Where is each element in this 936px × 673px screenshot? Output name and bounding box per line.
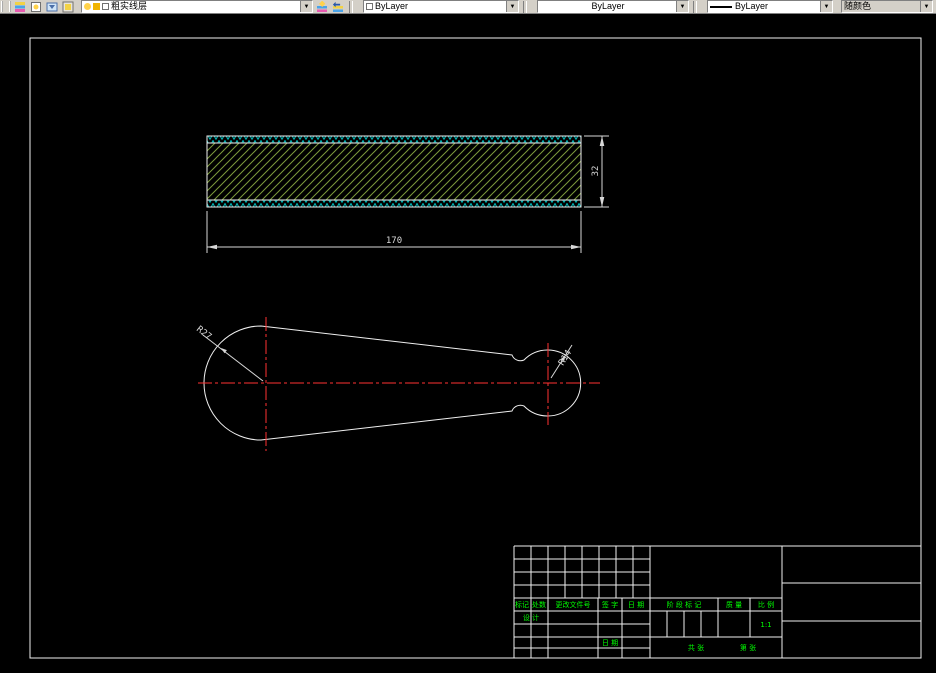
title-block: 标记 处数 更改文件号 签 字 日 期 设 计 日 期 阶 段 标 记 质 量 … xyxy=(513,545,921,658)
titleblock-scale-value: 1:1 xyxy=(760,621,771,629)
radius-dimensions: R27 R14 xyxy=(194,324,574,382)
linetype-combo[interactable]: ByLayer ▼ xyxy=(537,0,689,13)
linetype-combo-value: ByLayer xyxy=(591,1,625,11)
plot-style-combo[interactable]: 随颜色 ▼ xyxy=(841,0,933,13)
chevron-down-icon[interactable]: ▼ xyxy=(820,1,832,12)
height-dimension: 32 xyxy=(584,135,609,208)
layer-isolate-icon[interactable] xyxy=(61,0,75,13)
titleblock-changedoc-label: 更改文件号 xyxy=(556,600,591,609)
titleblock-mass-label: 质 量 xyxy=(726,600,742,609)
lineweight-combo-value: ByLayer xyxy=(735,1,769,11)
titleblock-date-label: 日 期 xyxy=(628,601,644,609)
toolbar-separator xyxy=(349,0,353,13)
drawing-canvas[interactable]: 170 32 R27 R14 标记 处数 更改文件号 签 字 日 期 设 计 日… xyxy=(0,14,936,673)
layer-states-manager-icon[interactable] xyxy=(29,0,43,13)
top-toolbar: 粗实线层 ▼ ByLayer ▼ ByLayer ▼ ByLayer ▼ 随颜色 xyxy=(0,0,936,14)
titleblock-stage-mark-label: 阶 段 标 记 xyxy=(667,600,702,609)
layer-combo[interactable]: 粗实线层 ▼ xyxy=(81,0,313,13)
titleblock-sign-label: 签 字 xyxy=(602,600,618,609)
cad-window: 粗实线层 ▼ ByLayer ▼ ByLayer ▼ ByLayer ▼ 随颜色 xyxy=(0,0,936,673)
color-combo[interactable]: ByLayer ▼ xyxy=(363,0,519,13)
toolbar-grip[interactable] xyxy=(1,1,11,12)
titleblock-count-label: 处数 xyxy=(532,600,546,609)
titleblock-total-sheets-label: 共 张 xyxy=(688,643,704,652)
toolbar-separator xyxy=(523,0,527,13)
length-dimension: 170 xyxy=(206,211,582,253)
layer-combo-value: 粗实线层 xyxy=(111,1,148,11)
plot-style-value: 随颜色 xyxy=(844,1,872,11)
dim-length-text: 170 xyxy=(386,236,402,246)
titleblock-sheet-no-label: 第 张 xyxy=(740,643,756,652)
radius-small-text: R14 xyxy=(557,348,574,367)
chevron-down-icon[interactable]: ▼ xyxy=(920,1,932,12)
section-view xyxy=(206,135,582,208)
lineweight-sample xyxy=(710,5,732,8)
layer-on-bulb-icon xyxy=(84,3,91,10)
current-color-swatch xyxy=(366,3,373,10)
layer-thaw-sun-icon xyxy=(93,3,100,10)
make-object-layer-current-icon[interactable] xyxy=(315,0,329,13)
titleblock-date-bottom-label: 日 期 xyxy=(602,639,618,647)
layer-filter-icon[interactable] xyxy=(45,0,59,13)
centerlines xyxy=(198,317,600,451)
drawing-frame xyxy=(29,37,922,659)
layer-color-chip xyxy=(102,3,109,10)
layer-previous-icon[interactable] xyxy=(331,0,345,13)
titleblock-mark-label: 标记 xyxy=(515,600,529,609)
lineweight-combo[interactable]: ByLayer ▼ xyxy=(707,0,833,13)
titleblock-scale-label: 比 例 xyxy=(758,600,774,609)
color-combo-value: ByLayer xyxy=(375,1,409,11)
chevron-down-icon[interactable]: ▼ xyxy=(506,1,518,12)
chevron-down-icon[interactable]: ▼ xyxy=(676,1,688,12)
titleblock-design-label: 设 计 xyxy=(523,613,539,622)
dim-height-text: 32 xyxy=(591,166,601,177)
chevron-down-icon[interactable]: ▼ xyxy=(300,1,312,12)
layer-properties-manager-icon[interactable] xyxy=(13,0,27,13)
toolbar-separator xyxy=(693,0,697,13)
radius-large-text: R27 xyxy=(194,324,213,342)
